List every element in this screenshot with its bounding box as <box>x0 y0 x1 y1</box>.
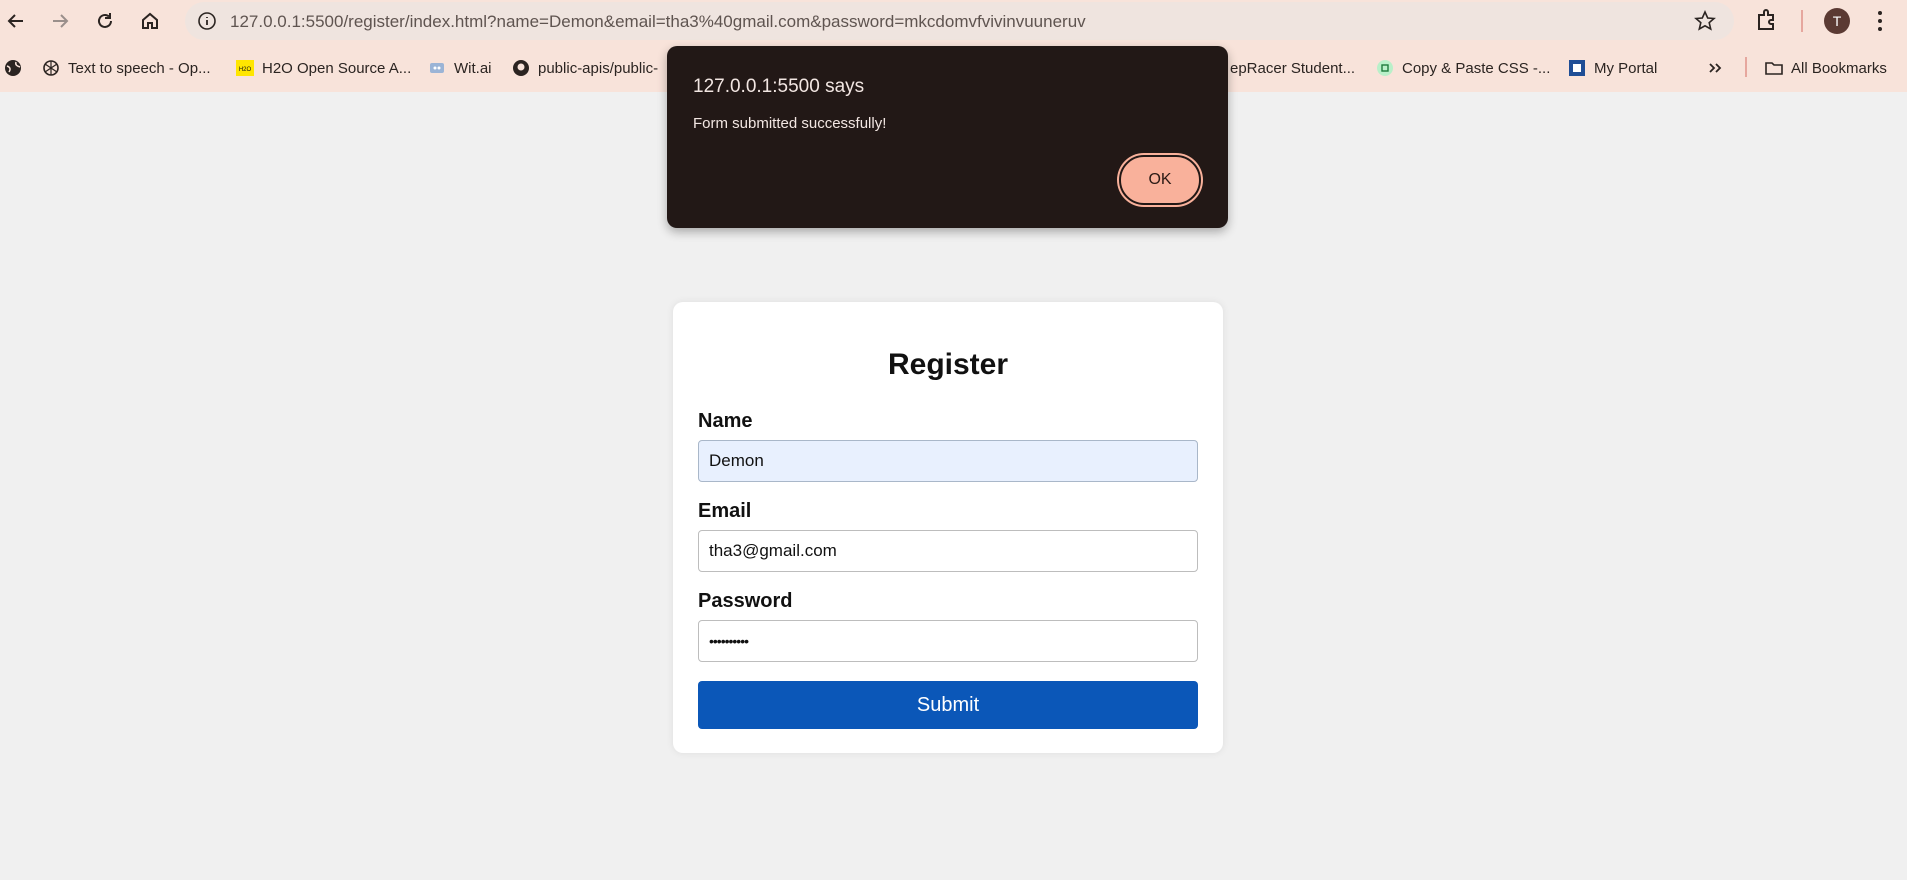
forward-arrow-icon <box>53 14 69 28</box>
bookmark-my-portal[interactable]: My Portal <box>1568 57 1657 79</box>
portal-icon <box>1568 59 1586 77</box>
folder-icon <box>1765 59 1783 77</box>
email-value: tha3@gmail.com <box>709 541 837 560</box>
register-card: Register Name Demon Email tha3@gmail.com… <box>673 302 1223 753</box>
bookmark-star-icon[interactable] <box>1694 10 1716 32</box>
email-label: Email <box>698 500 752 522</box>
alert-dialog: 127.0.0.1:5500 says Form submitted succe… <box>667 46 1228 228</box>
password-input[interactable]: •••••••••• <box>698 620 1198 662</box>
email-input[interactable]: tha3@gmail.com <box>698 530 1198 572</box>
bookmark-label: Copy & Paste CSS -... <box>1402 59 1551 77</box>
bookmark-openai[interactable]: Text to speech - Op... <box>42 57 211 79</box>
name-label: Name <box>698 410 753 432</box>
wit-icon <box>428 59 446 77</box>
bookmark-label: My Portal <box>1594 59 1658 77</box>
dialog-title: 127.0.0.1:5500 says <box>693 76 865 97</box>
bookmarks-divider <box>1745 57 1747 77</box>
all-bookmarks-button[interactable]: All Bookmarks <box>1765 57 1887 79</box>
apps-shortcut[interactable] <box>4 57 30 79</box>
back-arrow-icon <box>7 14 23 28</box>
chevron-double-right-icon <box>1706 59 1724 77</box>
dialog-message: Form submitted successfully! <box>693 115 887 132</box>
bookmark-css[interactable]: Copy & Paste CSS -... <box>1376 57 1550 79</box>
profile-avatar[interactable]: T <box>1824 8 1850 34</box>
forward-button[interactable] <box>44 5 76 37</box>
all-bookmarks-label: All Bookmarks <box>1791 59 1887 77</box>
reload-icon <box>98 13 112 28</box>
toolbar-divider <box>1801 10 1803 32</box>
svg-text:H2O: H2O <box>239 67 252 73</box>
password-value: •••••••••• <box>709 633 749 649</box>
submit-button[interactable]: Submit <box>698 681 1198 729</box>
h2o-icon: H2O <box>236 59 254 77</box>
bookmark-label: H2O Open Source A... <box>262 59 412 77</box>
openai-icon <box>42 59 60 77</box>
kebab-menu-icon[interactable] <box>1869 8 1891 34</box>
home-icon <box>142 12 158 29</box>
browser-toolbar: 127.0.0.1:5500/register/index.html?name=… <box>0 0 1907 43</box>
ok-button[interactable]: OK <box>1119 155 1201 205</box>
github-icon <box>512 59 530 77</box>
home-button[interactable] <box>134 5 166 37</box>
css-icon <box>1376 59 1394 77</box>
more-bookmarks-button[interactable] <box>1706 57 1732 79</box>
globe-icon <box>4 59 22 77</box>
password-label: Password <box>698 590 793 612</box>
bookmark-h2o[interactable]: H2O H2O Open Source A... <box>236 57 411 79</box>
back-button[interactable] <box>0 5 32 37</box>
bookmark-label: epRacer Student... <box>1230 59 1356 77</box>
bookmark-label: Text to speech - Op... <box>68 59 211 77</box>
bookmark-label: public-apis/public- <box>538 59 659 77</box>
address-bar[interactable]: 127.0.0.1:5500/register/index.html?name=… <box>185 2 1734 40</box>
extensions-icon[interactable] <box>1753 7 1781 35</box>
bookmark-public-apis[interactable]: public-apis/public- <box>512 57 658 79</box>
name-value: Demon <box>709 451 764 470</box>
bookmark-wit[interactable]: Wit.ai <box>428 57 492 79</box>
bookmark-label: Wit.ai <box>454 59 492 77</box>
reload-button[interactable] <box>89 5 121 37</box>
name-input[interactable]: Demon <box>698 440 1198 482</box>
form-title: Register <box>887 348 1009 381</box>
bookmark-deepracer[interactable]: epRacer Student... <box>1230 57 1355 79</box>
site-info-icon[interactable] <box>197 11 217 31</box>
url-text[interactable]: 127.0.0.1:5500/register/index.html?name=… <box>230 12 1086 32</box>
